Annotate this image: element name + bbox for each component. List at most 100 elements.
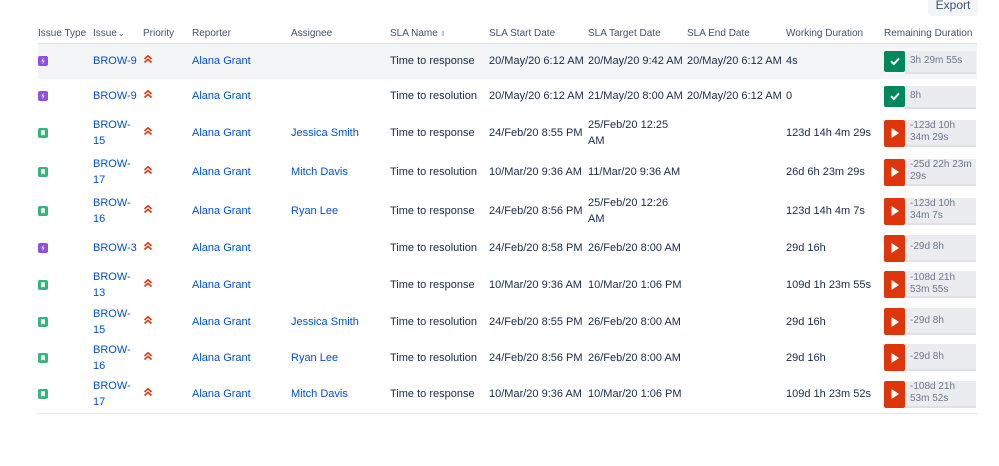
priority-cell (143, 43, 192, 79)
issue-key-link[interactable]: BROW-3 (93, 242, 137, 254)
reporter-link[interactable]: Alana Grant (192, 55, 251, 67)
sla-end-date-cell (687, 114, 786, 153)
table-row: BROW-15 Alana Grant Jessica Smith Time to r… (38, 114, 977, 153)
reporter-cell: Alana Grant (192, 231, 291, 266)
assignee-link[interactable]: Jessica Smith (291, 316, 359, 328)
issue-key-link[interactable]: BROW-9 (93, 90, 137, 102)
play-icon (884, 344, 905, 371)
reporter-cell: Alana Grant (192, 192, 291, 231)
issue-key-link[interactable]: BROW-15 (93, 119, 131, 147)
lightning-icon (38, 243, 48, 254)
sla-target-date-cell: 21/May/20 8:00 AM (588, 90, 683, 102)
assignee-cell: Jessica Smith (291, 114, 390, 153)
column-header-sla-start-date[interactable]: SLA Start Date (489, 24, 588, 44)
column-header-priority[interactable]: Priority (143, 24, 192, 44)
sla-name-cell: Time to resolution (390, 90, 478, 102)
working-duration-cell: 29d 16h (786, 351, 826, 364)
working-duration-cell: 123d 14h 4m 29s (786, 127, 872, 139)
column-label: SLA End Date (687, 28, 750, 39)
sla-target-date-cell: 10/Mar/20 1:06 PM (588, 375, 687, 414)
column-label: Working Duration (786, 28, 864, 39)
bookmark-icon (38, 279, 48, 290)
reporter-cell: Alana Grant (192, 153, 291, 192)
issue-type-cell (38, 153, 93, 192)
reporter-link[interactable]: Alana Grant (192, 90, 251, 102)
priority-cell (143, 340, 192, 376)
sortable-icon: ⇕ (439, 31, 446, 38)
table-row: BROW-3 Alana Grant Time to resolution 24/Fe… (38, 231, 977, 266)
priority-cell (143, 375, 192, 414)
column-header-sla-end-date[interactable]: SLA End Date (687, 24, 786, 44)
assignee-link[interactable]: Ryan Lee (291, 352, 338, 364)
priority-cell (143, 114, 192, 153)
reporter-link[interactable]: Alana Grant (192, 205, 251, 217)
priority-cell (143, 153, 192, 192)
priority-highest-icon (143, 164, 153, 180)
column-header-issue-type[interactable]: Issue Type (38, 24, 93, 44)
reporter-link[interactable]: Alana Grant (192, 242, 251, 254)
remaining-duration-text: -108d 21h 53m 52s (905, 380, 976, 408)
export-button[interactable]: Export (928, 0, 978, 16)
reporter-cell: Alana Grant (192, 114, 291, 153)
reporter-link[interactable]: Alana Grant (192, 127, 251, 139)
priority-highest-icon (143, 350, 153, 366)
remaining-duration-cell: -29d 8h (884, 231, 977, 266)
issue-key-link[interactable]: BROW-13 (93, 271, 131, 299)
issue-key-link[interactable]: BROW-9 (93, 55, 137, 67)
sla-status-lozenge: 8h (884, 83, 976, 110)
reporter-link[interactable]: Alana Grant (192, 166, 251, 178)
assignee-link[interactable]: Jessica Smith (291, 127, 359, 139)
reporter-cell: Alana Grant (192, 79, 291, 114)
issue-key-cell: BROW-3 (93, 231, 143, 266)
issue-key-link[interactable]: BROW-17 (93, 380, 131, 408)
reporter-link[interactable]: Alana Grant (192, 352, 251, 364)
issue-type-cell (38, 231, 93, 266)
sla-start-date-cell: 24/Feb/20 8:55 PM (489, 315, 583, 328)
sort-descending-icon: ⌄ (117, 29, 125, 38)
column-header-working-duration[interactable]: Working Duration (786, 24, 884, 44)
column-header-sla-name[interactable]: SLA Name ⇕ (390, 24, 489, 44)
issue-key-link[interactable]: BROW-16 (93, 344, 131, 372)
table-row: BROW-16 Alana Grant Ryan Lee Time to resolu… (38, 340, 977, 376)
remaining-duration-text: -123d 10h 34m 7s (905, 197, 976, 225)
sla-report-table: Issue Type Issue⌄ Priority Reporter Assi… (38, 24, 977, 414)
assignee-cell: Ryan Lee (291, 192, 390, 231)
remaining-duration-cell: -108d 21h 53m 55s (884, 266, 977, 304)
reporter-link[interactable]: Alana Grant (192, 388, 251, 400)
sla-end-date-cell: 20/May/20 6:12 AM (687, 90, 782, 102)
assignee-link[interactable]: Ryan Lee (291, 205, 338, 217)
priority-cell (143, 266, 192, 304)
column-header-sla-target-date[interactable]: SLA Target Date (588, 24, 687, 44)
working-duration-cell: 123d 14h 4m 7s (786, 205, 865, 217)
sla-target-date-cell: 11/Mar/20 9:36 AM (588, 166, 681, 178)
column-header-reporter[interactable]: Reporter (192, 24, 291, 44)
reporter-link[interactable]: Alana Grant (192, 279, 251, 291)
table-row: BROW-16 Alana Grant Ryan Lee Time to respon… (38, 192, 977, 231)
column-label: SLA Start Date (489, 28, 556, 39)
issue-type-cell (38, 266, 93, 304)
sla-name-cell: Time to response (390, 43, 489, 79)
priority-cell (143, 192, 192, 231)
assignee-link[interactable]: Mitch Davis (291, 166, 348, 178)
column-header-assignee[interactable]: Assignee (291, 24, 390, 44)
remaining-duration-cell: -25d 22h 23m 29s (884, 153, 977, 192)
table-row: BROW-17 Alana Grant Mitch Davis Time to res… (38, 375, 977, 414)
table-row: BROW-13 Alana Grant Time to response 10/Mar… (38, 266, 977, 304)
sla-status-lozenge: 3h 29m 55s (884, 48, 976, 75)
issue-key-cell: BROW-16 (93, 192, 143, 231)
issue-key-link[interactable]: BROW-16 (93, 197, 131, 225)
assignee-link[interactable]: Mitch Davis (291, 388, 348, 400)
sla-name-cell: Time to resolution (390, 315, 478, 328)
check-icon (884, 85, 905, 107)
column-header-issue[interactable]: Issue⌄ (93, 24, 143, 44)
issue-key-link[interactable]: BROW-17 (93, 158, 131, 186)
sla-status-lozenge: -29d 8h (884, 344, 976, 371)
sla-name-cell: Time to resolution (390, 242, 478, 254)
reporter-link[interactable]: Alana Grant (192, 316, 251, 328)
sla-start-date-cell: 24/Feb/20 8:58 PM (489, 242, 583, 254)
sla-name-cell: Time to response (390, 278, 475, 291)
column-header-remaining-duration[interactable]: Remaining Duration (884, 24, 977, 44)
priority-cell (143, 231, 192, 266)
assignee-cell (291, 266, 390, 304)
issue-key-link[interactable]: BROW-15 (93, 308, 131, 336)
